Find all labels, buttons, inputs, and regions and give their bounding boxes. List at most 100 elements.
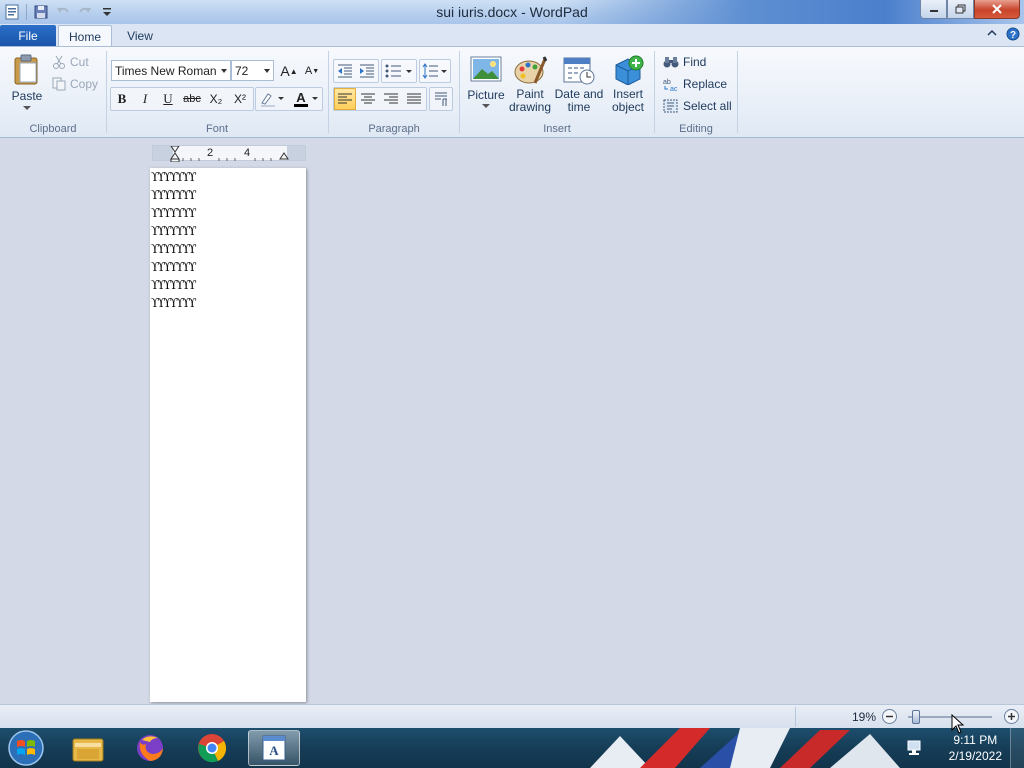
select-all-button[interactable]: Select all xyxy=(663,99,732,113)
copy-icon xyxy=(52,77,66,91)
font-group-label: Font xyxy=(205,123,228,135)
subscript-button[interactable]: X₂ xyxy=(205,88,227,110)
increase-indent-button[interactable] xyxy=(356,60,378,82)
zoom-slider[interactable] xyxy=(908,716,992,718)
highlighter-icon xyxy=(261,93,284,107)
windows-logo-icon xyxy=(8,730,44,766)
highlight-color-button[interactable] xyxy=(257,88,287,110)
line-spacing-button[interactable] xyxy=(421,60,449,82)
chrome-taskbar-button[interactable] xyxy=(186,730,238,766)
strikethrough-button[interactable]: abc xyxy=(181,88,203,110)
clock-date: 2/19/2022 xyxy=(948,749,1002,763)
ruler[interactable]: 2 4 xyxy=(152,145,306,162)
zoom-out-button[interactable] xyxy=(882,709,897,724)
clock-time: 9:11 PM xyxy=(953,733,998,747)
document-page[interactable]: ϒϒϒϒϒϒϒ ϒϒϒϒϒϒϒ ϒϒϒϒϒϒϒ ϒϒϒϒϒϒϒ ϒϒϒϒϒϒϒ … xyxy=(150,168,306,702)
svg-text:ab: ab xyxy=(663,79,671,86)
paste-label: Paste xyxy=(11,89,43,103)
find-label: Find xyxy=(683,55,707,69)
minimize-icon xyxy=(929,10,938,12)
line-spacing-icon xyxy=(422,63,447,79)
insert-group: Picture Paint drawing Date and time Inse… xyxy=(460,47,654,137)
paragraph-icon xyxy=(435,92,447,106)
minimize-ribbon-icon[interactable] xyxy=(986,27,998,39)
document-line: ϒϒϒϒϒϒϒ xyxy=(151,296,197,310)
restore-button[interactable] xyxy=(947,0,974,19)
align-left-icon xyxy=(338,93,352,104)
date-time-button[interactable]: Date and time xyxy=(554,55,604,114)
clipboard-group-label: Clipboard xyxy=(29,123,77,135)
picture-icon xyxy=(470,56,502,82)
document-line: ϒϒϒϒϒϒϒ xyxy=(151,224,197,238)
show-desktop-button[interactable] xyxy=(1010,728,1024,768)
picture-button[interactable]: Picture xyxy=(466,55,506,110)
close-icon xyxy=(992,4,1002,14)
paint-palette-icon xyxy=(514,56,547,84)
insert-object-icon xyxy=(615,55,644,85)
document-line: ϒϒϒϒϒϒϒ xyxy=(151,170,197,184)
bold-button[interactable]: B xyxy=(111,88,133,110)
zoom-level: 19% xyxy=(851,710,876,724)
paragraph-settings-button[interactable] xyxy=(430,88,452,110)
system-tray: 9:11 PM 2/19/2022 xyxy=(904,728,1024,768)
file-explorer-taskbar-button[interactable] xyxy=(62,730,114,766)
cut-button[interactable]: Cut xyxy=(52,55,89,69)
clock[interactable]: 9:11 PM 2/19/2022 xyxy=(949,732,1002,764)
close-button[interactable] xyxy=(974,0,1020,19)
network-icon[interactable] xyxy=(906,739,924,757)
minimize-button[interactable] xyxy=(920,0,947,19)
date-time-label-2: time xyxy=(567,100,591,114)
justify-button[interactable] xyxy=(403,88,425,110)
picture-dropdown-icon xyxy=(482,104,490,108)
tab-file[interactable]: File xyxy=(0,25,56,46)
document-line: ϒϒϒϒϒϒϒ xyxy=(151,260,197,274)
align-left-button[interactable] xyxy=(334,88,356,110)
wordpad-taskbar-button[interactable]: A xyxy=(248,730,300,766)
svg-text:?: ? xyxy=(1010,30,1016,41)
font-size-select[interactable]: 72 xyxy=(231,60,274,81)
text-color-button[interactable]: A xyxy=(291,88,321,110)
chrome-icon xyxy=(198,734,227,763)
paste-button[interactable]: Paste xyxy=(8,53,46,112)
zoom-slider-thumb[interactable] xyxy=(911,710,920,724)
replace-button[interactable]: ab ac Replace xyxy=(663,77,727,91)
status-bar: 19% xyxy=(0,704,1024,728)
italic-button[interactable]: I xyxy=(134,88,156,110)
paint-drawing-button[interactable]: Paint drawing xyxy=(508,55,552,114)
picture-label: Picture xyxy=(467,88,505,102)
paste-dropdown-icon xyxy=(23,106,31,110)
font-color-icon: A xyxy=(294,91,318,107)
window-title: sui iuris.docx - WordPad xyxy=(436,4,588,20)
align-right-button[interactable] xyxy=(380,88,402,110)
replace-icon: abac xyxy=(663,79,678,91)
paragraph-group: Paragraph xyxy=(329,47,459,137)
bullet-list-icon xyxy=(385,64,412,78)
cut-label: Cut xyxy=(70,55,89,69)
editing-group: Find ab ac Replace Select all Editing xyxy=(655,47,737,137)
paragraph-group-label: Paragraph xyxy=(368,123,420,135)
decrease-indent-button[interactable] xyxy=(334,60,356,82)
tab-view[interactable]: View xyxy=(116,25,164,47)
copy-label: Copy xyxy=(70,77,99,91)
document-line: ϒϒϒϒϒϒϒ xyxy=(151,188,197,202)
font-group: Times New Roman 72 A ▲ A ▼ B I U abc X₂ X²… xyxy=(107,47,327,137)
find-button[interactable]: Find xyxy=(663,55,706,69)
start-orb[interactable] xyxy=(6,729,46,767)
underline-button[interactable]: U xyxy=(157,88,179,110)
help-icon[interactable]: ? xyxy=(1006,27,1020,41)
plus-icon xyxy=(1008,713,1015,720)
copy-button[interactable]: Copy xyxy=(52,77,98,91)
font-family-select[interactable]: Times New Roman xyxy=(111,60,231,81)
shrink-font-button[interactable]: A ▼ xyxy=(301,60,323,82)
grow-font-button[interactable]: A ▲ xyxy=(278,60,300,82)
insert-object-button[interactable]: Insert object xyxy=(606,55,650,114)
tab-home[interactable]: Home xyxy=(58,25,112,47)
svg-text:A: A xyxy=(269,743,279,758)
firefox-taskbar-button[interactable] xyxy=(124,730,176,766)
minus-icon xyxy=(886,715,893,718)
superscript-button[interactable]: X² xyxy=(229,88,251,110)
align-center-button[interactable] xyxy=(357,88,379,110)
paint-drawing-label-2: drawing xyxy=(508,100,552,114)
zoom-in-button[interactable] xyxy=(1004,709,1019,724)
bullets-button[interactable] xyxy=(383,60,415,82)
